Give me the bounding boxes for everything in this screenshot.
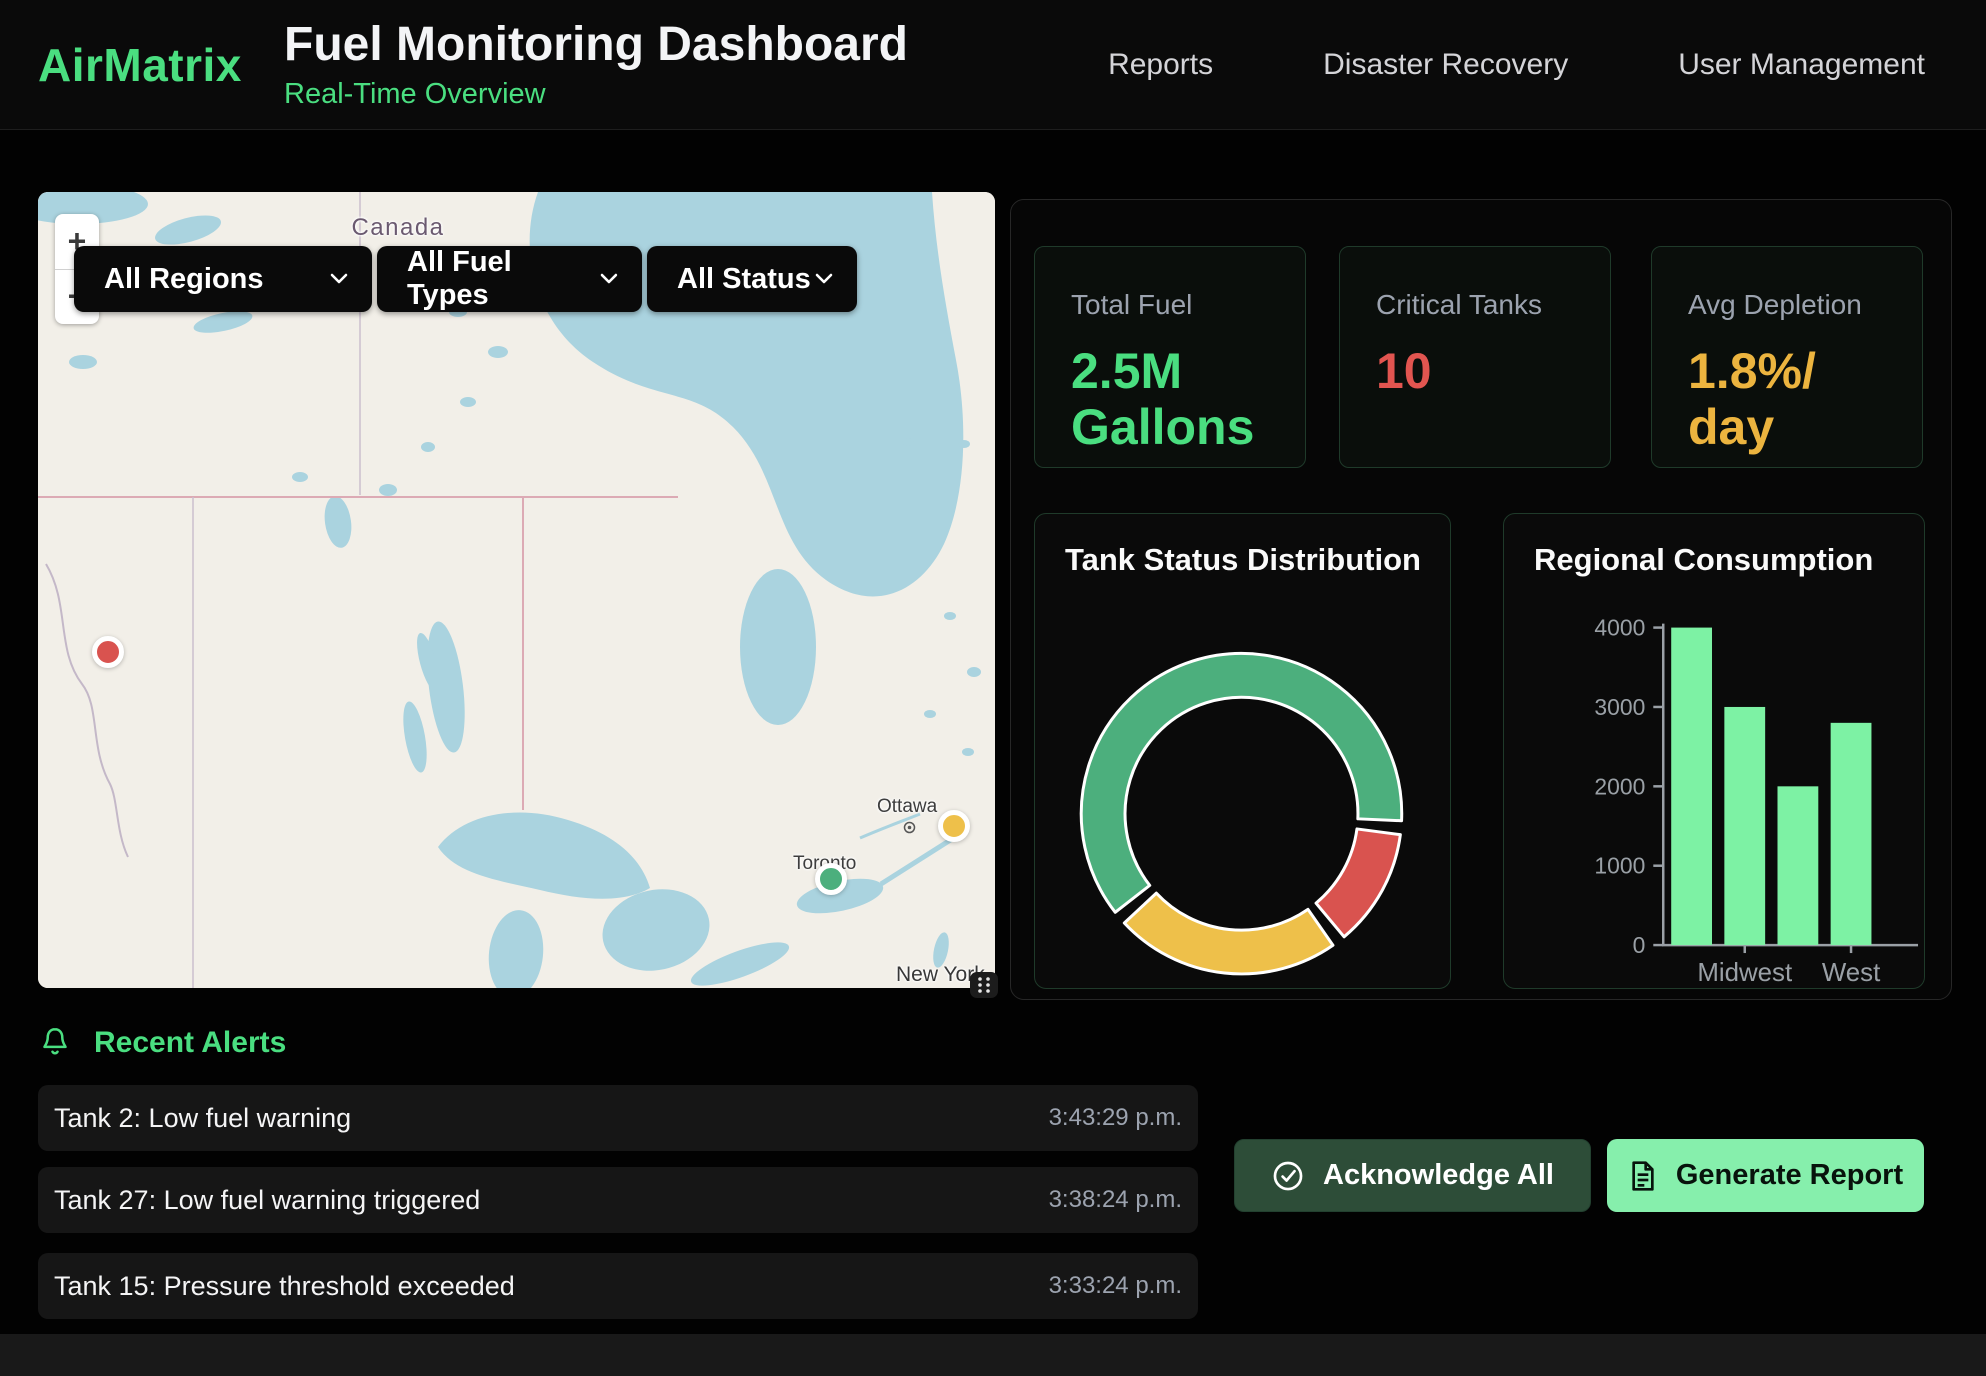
tank-status-chart-card: Tank Status Distribution [1034, 513, 1451, 989]
fuel-type-filter-value: All Fuel Types [407, 246, 600, 312]
page-subtitle: Real-Time Overview [284, 78, 908, 111]
check-circle-icon [1271, 1159, 1305, 1193]
region-filter-select[interactable]: All Regions [74, 246, 372, 312]
chevron-down-icon [600, 273, 618, 285]
dashboard-root: AirMatrix Fuel Monitoring Dashboard Real… [0, 0, 1986, 1376]
resize-grip-icon[interactable] [970, 972, 998, 998]
main-nav: Reports Disaster Recovery User Managemen… [1108, 0, 1925, 130]
map-panel[interactable]: Canada Ottawa Toronto New York + − All R… [38, 192, 995, 988]
warning-tank-marker[interactable] [938, 810, 970, 842]
svg-text:West: West [1822, 959, 1880, 987]
document-icon [1628, 1160, 1658, 1192]
stat-value-avg-depletion: 1.8%/day [1688, 343, 1828, 455]
stat-value-critical-tanks: 10 [1376, 343, 1581, 399]
critical-tank-marker[interactable] [92, 636, 124, 668]
fuel-type-filter-select[interactable]: All Fuel Types [377, 246, 642, 312]
svg-text:1000: 1000 [1594, 853, 1645, 879]
town-icon [903, 821, 916, 834]
map-filter-bar: All Regions All Fuel Types All Status [74, 246, 857, 312]
nav-user-management[interactable]: User Management [1678, 48, 1925, 82]
recent-alerts-header: Recent Alerts [40, 1026, 286, 1060]
status-filter-select[interactable]: All Status [647, 246, 857, 312]
chevron-down-icon [815, 273, 833, 285]
stat-label: Total Fuel [1071, 289, 1305, 321]
regional-consumption-bars: 0 1000 2000 3000 4000 Midwest West [1504, 514, 1924, 988]
status-filter-value: All Status [677, 263, 811, 296]
alert-message: Tank 27: Low fuel warning triggered [54, 1185, 480, 1216]
normal-tank-marker[interactable] [815, 863, 847, 895]
acknowledge-all-button[interactable]: Acknowledge All [1234, 1139, 1591, 1212]
acknowledge-all-label: Acknowledge All [1323, 1159, 1554, 1192]
svg-text:4000: 4000 [1594, 615, 1645, 641]
tank-status-donut [1035, 514, 1450, 988]
alert-row[interactable]: Tank 15: Pressure threshold exceeded 3:3… [38, 1253, 1198, 1319]
recent-alerts-title: Recent Alerts [94, 1026, 286, 1060]
alert-row[interactable]: Tank 2: Low fuel warning 3:43:29 p.m. [38, 1085, 1198, 1151]
stat-card-avg-depletion: Avg Depletion 1.8%/day [1651, 246, 1923, 468]
header: AirMatrix Fuel Monitoring Dashboard Real… [0, 0, 1986, 130]
window-bottom-bar [0, 1334, 1986, 1376]
stat-value-total-fuel: 2.5M Gallons [1071, 343, 1276, 455]
page-title: Fuel Monitoring Dashboard [284, 20, 908, 70]
stat-card-total-fuel: Total Fuel 2.5M Gallons [1034, 246, 1306, 468]
bell-icon [40, 1026, 70, 1060]
map-label-ottawa: Ottawa [877, 796, 937, 818]
svg-text:2000: 2000 [1594, 773, 1645, 799]
stat-label: Avg Depletion [1688, 289, 1922, 321]
alert-row[interactable]: Tank 27: Low fuel warning triggered 3:38… [38, 1167, 1198, 1233]
alert-message: Tank 2: Low fuel warning [54, 1103, 351, 1134]
svg-text:3000: 3000 [1594, 694, 1645, 720]
stat-label: Critical Tanks [1376, 289, 1610, 321]
alert-timestamp: 3:43:29 p.m. [1049, 1104, 1182, 1132]
nav-disaster-recovery[interactable]: Disaster Recovery [1323, 48, 1568, 82]
title-block: Fuel Monitoring Dashboard Real-Time Over… [284, 20, 908, 111]
generate-report-button[interactable]: Generate Report [1607, 1139, 1924, 1212]
chevron-down-icon [330, 273, 348, 285]
region-filter-value: All Regions [104, 263, 264, 296]
stat-card-critical-tanks: Critical Tanks 10 [1339, 246, 1611, 468]
regional-consumption-chart-card: Regional Consumption 01000200030004000Mi… [1503, 513, 1925, 989]
metrics-panel: Total Fuel 2.5M Gallons Critical Tanks 1… [1010, 199, 1952, 1000]
alert-timestamp: 3:33:24 p.m. [1049, 1272, 1182, 1300]
map-label-canada: Canada [333, 214, 463, 242]
alert-message: Tank 15: Pressure threshold exceeded [54, 1271, 515, 1302]
generate-report-label: Generate Report [1676, 1159, 1903, 1192]
app-logo[interactable]: AirMatrix [38, 38, 242, 92]
nav-reports[interactable]: Reports [1108, 48, 1213, 82]
alert-timestamp: 3:38:24 p.m. [1049, 1186, 1182, 1214]
svg-text:Midwest: Midwest [1697, 959, 1792, 987]
svg-text:0: 0 [1633, 932, 1646, 958]
